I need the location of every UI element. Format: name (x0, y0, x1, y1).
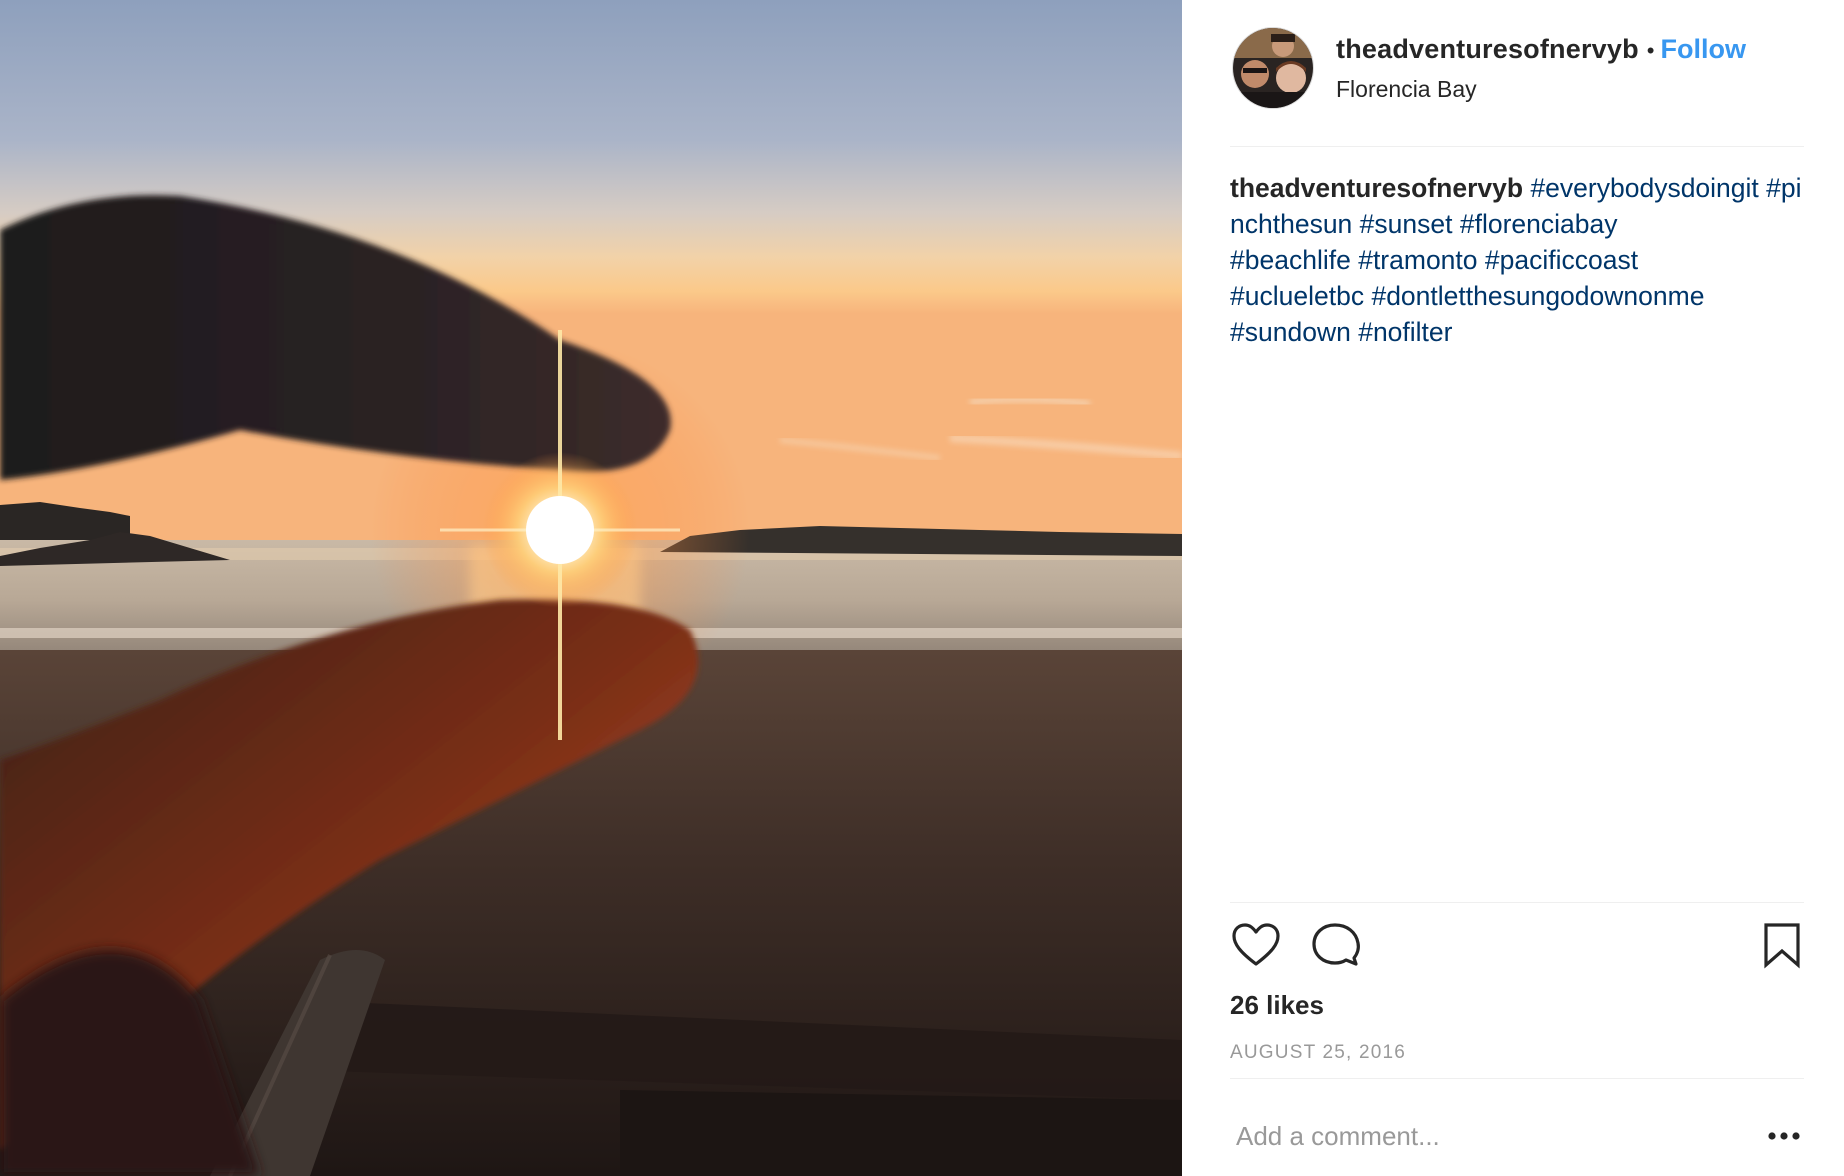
location-link[interactable]: Florencia Bay (1336, 76, 1477, 103)
hashtag[interactable]: #beachlife (1230, 245, 1351, 275)
comment-row (1230, 1112, 1804, 1160)
hashtag[interactable]: #dontletthesungodownonme (1371, 281, 1704, 311)
avatar[interactable] (1232, 27, 1314, 109)
sunset-beach-photo (0, 0, 1182, 1176)
follow-button[interactable]: Follow (1661, 34, 1746, 64)
hashtag[interactable]: #sundown (1230, 317, 1351, 347)
comment-input[interactable] (1230, 1112, 1736, 1160)
likes-count[interactable]: 26 likes (1230, 990, 1324, 1021)
header-username-row: theadventuresofnervyb • Follow (1336, 34, 1746, 66)
hashtag[interactable]: #uclueletbc (1230, 281, 1364, 311)
hashtag[interactable]: #florenciabay (1460, 209, 1618, 239)
comment-button[interactable] (1310, 920, 1362, 972)
bookmark-icon (1764, 923, 1800, 969)
instagram-post: theadventuresofnervyb • Follow Florencia B… (0, 0, 1844, 1176)
like-button[interactable] (1230, 920, 1282, 972)
post-date[interactable]: AUGUST 25, 2016 (1230, 1042, 1406, 1064)
heart-icon (1232, 923, 1280, 966)
comment-divider (1230, 1078, 1804, 1079)
caption-username[interactable]: theadventuresofnervyb (1230, 173, 1523, 203)
post-photo[interactable] (0, 0, 1182, 1176)
avatar-image (1233, 28, 1313, 108)
separator-dot: • (1646, 38, 1655, 63)
hashtag[interactable]: #everybodysdoingit (1530, 173, 1758, 203)
more-options-button[interactable] (1764, 1122, 1804, 1150)
speech-bubble-icon (1312, 923, 1360, 966)
hashtag[interactable]: #tramonto (1358, 245, 1477, 275)
hashtag[interactable]: #nofilter (1358, 317, 1452, 347)
save-button[interactable] (1756, 920, 1808, 972)
post-sidebar: theadventuresofnervyb • Follow Florencia B… (1182, 0, 1844, 1176)
hashtag[interactable]: #pacificcoast (1485, 245, 1638, 275)
header-divider (1230, 146, 1804, 147)
actions-divider (1230, 902, 1804, 903)
post-header: theadventuresofnervyb • Follow Florencia B… (1230, 24, 1804, 144)
hashtag[interactable]: #sunset (1360, 209, 1453, 239)
action-bar (1230, 920, 1804, 976)
caption: theadventuresofnervyb #everybodysdoingit… (1230, 170, 1806, 350)
more-options-icon (1768, 1132, 1800, 1140)
header-username[interactable]: theadventuresofnervyb (1336, 34, 1639, 64)
